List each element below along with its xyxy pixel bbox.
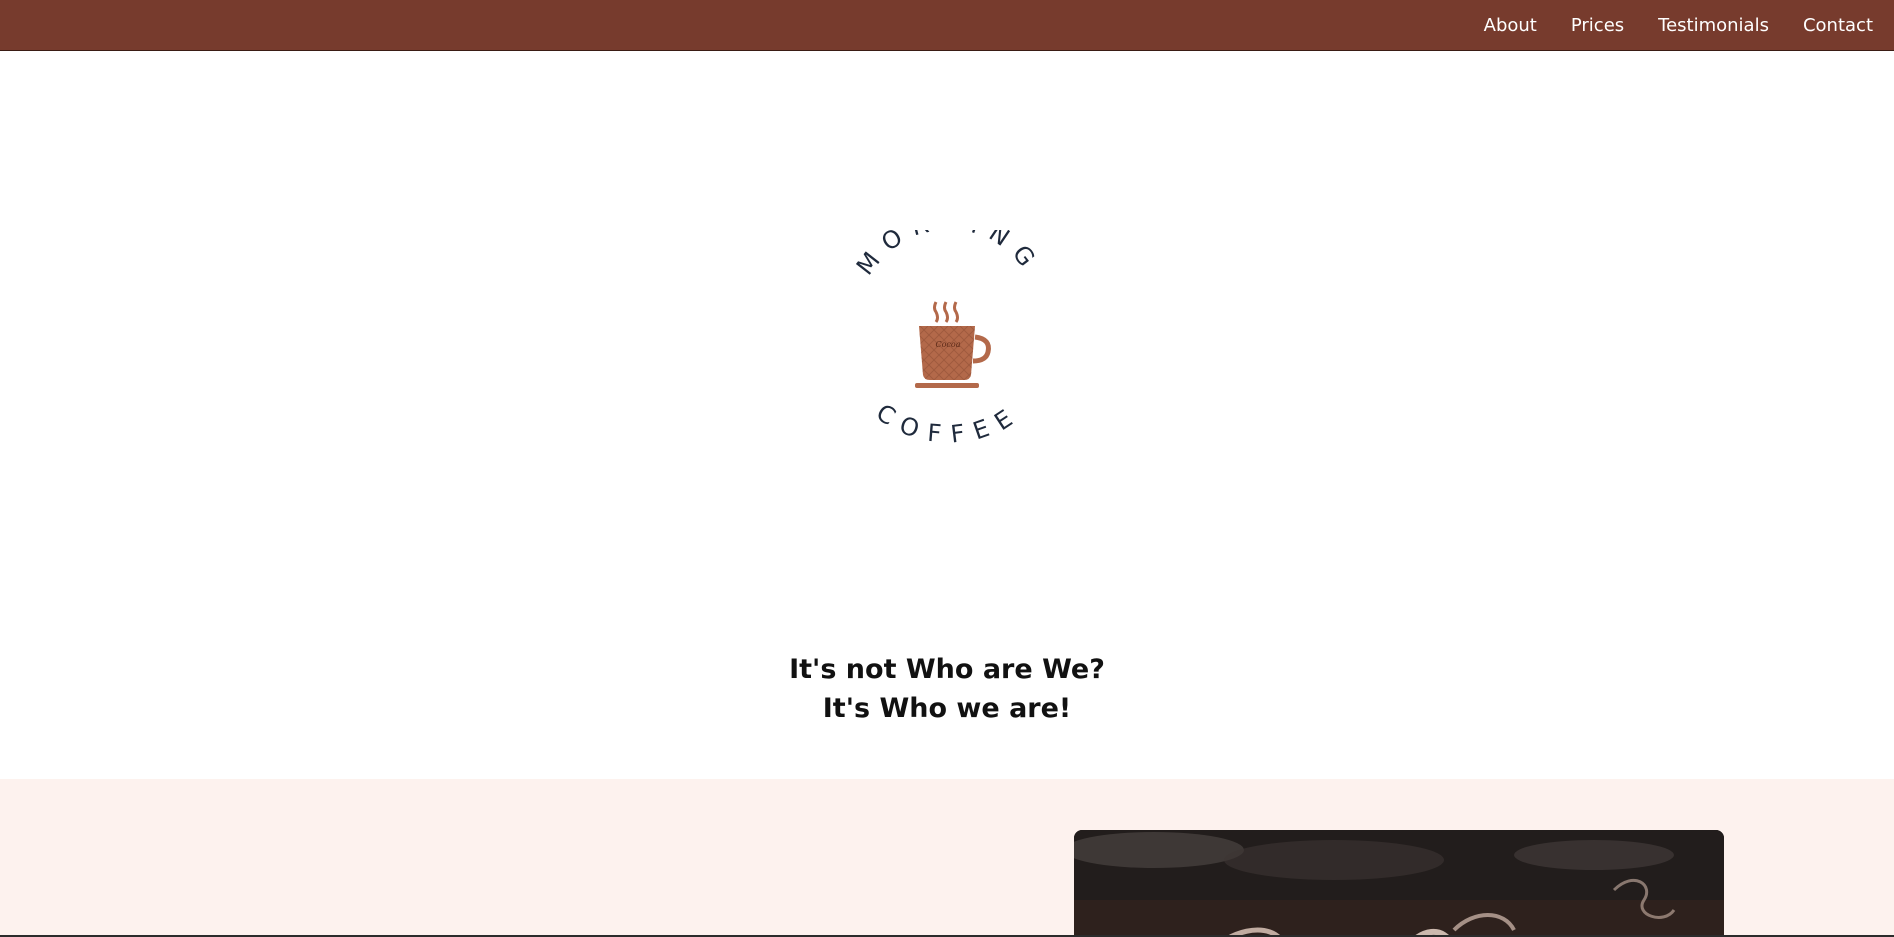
main-nav: About Prices Testimonials Contact [1450, 0, 1873, 51]
logo-top-text: MORNING [851, 230, 1047, 280]
nav-link-contact[interactable]: Contact [1803, 0, 1873, 51]
nav-link-about[interactable]: About [1484, 0, 1537, 51]
tagline-line-1: It's not Who are We? [789, 654, 1105, 685]
logo-graphic: MORNING Cocoa COFFEE [851, 207, 1047, 449]
morning-coffee-logo: MORNING Cocoa COFFEE [844, 207, 1054, 460]
top-navbar: About Prices Testimonials Contact [0, 0, 1894, 51]
coffee-cup-icon: Cocoa [915, 301, 991, 388]
nav-link-prices[interactable]: Prices [1571, 0, 1624, 51]
nav-link-testimonials[interactable]: Testimonials [1658, 0, 1769, 51]
cup-label: Cocoa [935, 340, 960, 349]
about-section [0, 779, 1894, 937]
hero-tagline: It's not Who are We? It's Who we are! [0, 650, 1894, 728]
tagline-line-2: It's Who we are! [822, 693, 1072, 724]
logo-bottom-text: COFFEE [871, 398, 1026, 448]
coffee-smoke-photo [1074, 830, 1724, 937]
